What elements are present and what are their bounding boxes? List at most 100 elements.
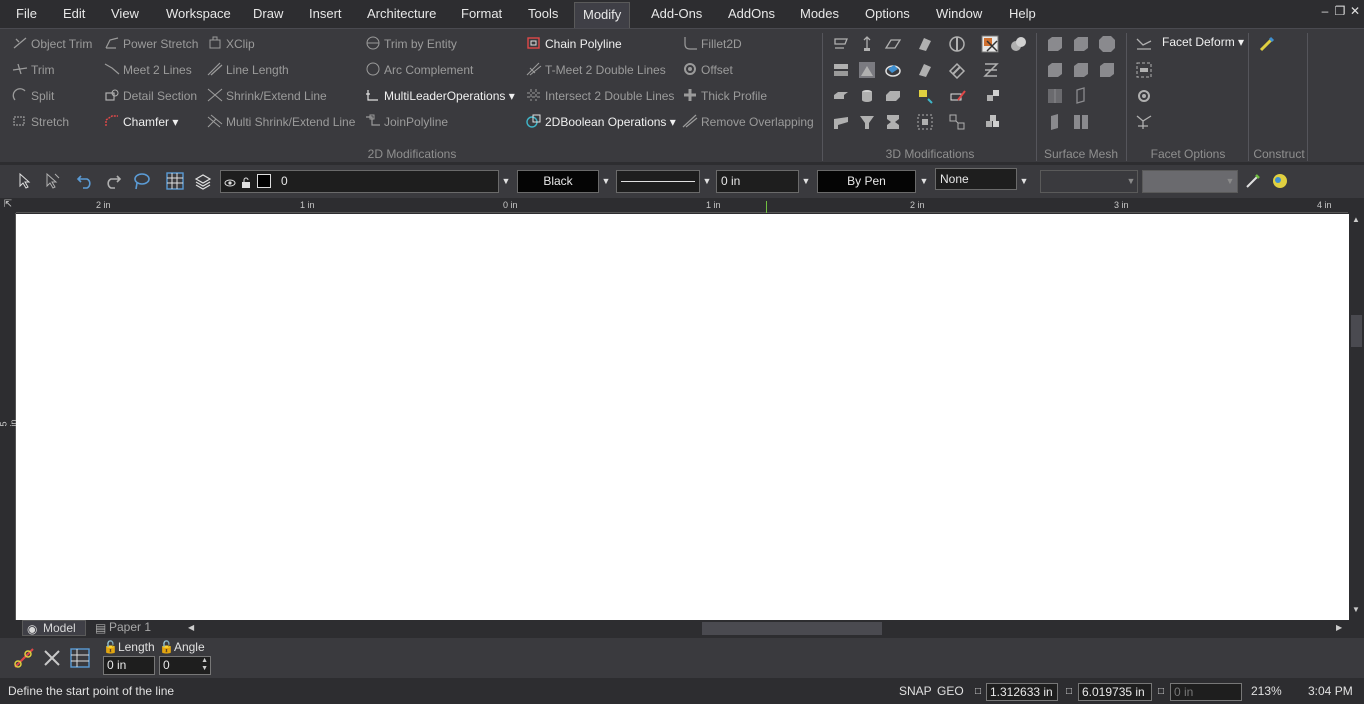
angle-label[interactable]: 🔓Angle (159, 640, 205, 654)
pen-edit-icon[interactable] (1244, 172, 1262, 190)
3d-eraser-icon[interactable] (948, 61, 966, 80)
vertical-scrollbar[interactable]: ▲ ▼ (1349, 213, 1364, 620)
3d-blocks-icon[interactable] (984, 113, 1002, 131)
3d-stack-icon[interactable] (832, 61, 850, 79)
x-coordinate-field[interactable]: 1.312633 in (986, 683, 1058, 701)
scroll-left-icon[interactable]: ◀ (188, 623, 194, 632)
join-polyline-button[interactable]: JoinPolyline (365, 111, 448, 133)
mesh-panel-icon[interactable] (1072, 87, 1090, 105)
trim-button[interactable]: Trim (12, 59, 55, 81)
ruler-corner[interactable]: ⇱ (0, 199, 16, 213)
menu-workspace[interactable]: Workspace (166, 0, 231, 28)
3d-face-icon[interactable] (858, 61, 876, 79)
menu-help[interactable]: Help (1009, 0, 1036, 28)
3d-explode-icon[interactable] (948, 113, 966, 131)
scroll-right-icon[interactable]: ▶ (1336, 623, 1342, 632)
geo-toggle[interactable]: GEO (937, 679, 964, 704)
menu-architecture[interactable]: Architecture (367, 0, 436, 28)
menu-options[interactable]: Options (865, 0, 910, 28)
intersect-double-lines-button[interactable]: Intersect 2 Double Lines (526, 85, 674, 107)
fill-field[interactable]: None (935, 168, 1017, 190)
menu-insert[interactable]: Insert (309, 0, 342, 28)
minimize-icon[interactable]: – (1318, 4, 1332, 18)
3d-move-up-icon[interactable] (858, 35, 876, 53)
3d-box-icon[interactable] (884, 87, 902, 105)
menu-modes[interactable]: Modes (800, 0, 839, 28)
grid-table-icon[interactable] (166, 172, 184, 190)
chain-polyline-button[interactable]: Chain Polyline (526, 33, 622, 55)
meet-2-lines-button[interactable]: Meet 2 Lines (104, 59, 192, 81)
chamfer-button[interactable]: Chamfer ▾ (104, 111, 178, 133)
close-icon[interactable]: ✕ (1348, 4, 1362, 18)
mesh-box-2-icon[interactable] (1072, 35, 1090, 53)
line-tool-icon[interactable] (12, 646, 36, 670)
3d-extrude-icon[interactable] (832, 35, 850, 53)
3d-frame-icon[interactable] (916, 113, 934, 131)
render-icon[interactable] (1271, 172, 1289, 190)
fill-dropdown-arrow[interactable]: ▼ (1017, 170, 1031, 193)
select-arrow-icon[interactable] (16, 172, 34, 190)
scroll-up-icon[interactable]: ▲ (1352, 215, 1360, 224)
thick-profile-button[interactable]: Thick Profile (682, 85, 767, 107)
menu-add-ons[interactable]: Add-Ons (651, 0, 702, 28)
power-stretch-button[interactable]: Power Stretch (104, 33, 198, 55)
y-lock-icon[interactable]: □ (1066, 679, 1072, 704)
y-coordinate-field[interactable]: 6.019735 in (1078, 683, 1152, 701)
3d-wedge-icon[interactable] (832, 113, 850, 131)
fillet2d-button[interactable]: Fillet2D (682, 33, 742, 55)
facet-shape-icon[interactable] (1135, 113, 1153, 131)
3d-rotate-icon[interactable] (884, 61, 902, 79)
menu-addons[interactable]: AddOns (728, 0, 775, 28)
mesh-split-icon[interactable] (1072, 113, 1090, 131)
3d-cut-icon[interactable] (916, 35, 934, 53)
offset-button[interactable]: Offset (682, 59, 733, 81)
3d-slab-icon[interactable] (832, 87, 850, 105)
mesh-box-4-icon[interactable] (1072, 61, 1090, 79)
z-lock-icon[interactable]: □ (1158, 679, 1164, 704)
length-input[interactable]: 0 in (103, 656, 155, 675)
shrink-extend-line-button[interactable]: Shrink/Extend Line (207, 85, 327, 107)
restore-icon[interactable]: ❐ (1333, 4, 1347, 18)
snap-toggle[interactable]: SNAP (899, 679, 932, 704)
table-icon[interactable] (70, 648, 90, 668)
line-length-button[interactable]: Line Length (207, 59, 289, 81)
thickness-field[interactable]: 0 in (716, 170, 799, 193)
x-lock-icon[interactable]: □ (975, 679, 981, 704)
3d-paint-icon[interactable] (916, 87, 934, 105)
menu-window[interactable]: Window (936, 0, 982, 28)
mesh-box-3-icon[interactable] (1046, 61, 1064, 79)
3d-cubes-icon[interactable] (984, 87, 1002, 105)
3d-union-icon[interactable] (1009, 35, 1027, 53)
lasso-icon[interactable] (132, 172, 150, 190)
layers-icon[interactable] (194, 172, 212, 190)
xclip-button[interactable]: XClip (207, 33, 255, 55)
z-coordinate-field[interactable]: 0 in (1170, 683, 1242, 701)
angle-stepper[interactable]: ▲ ▼ (201, 657, 208, 673)
layer-field[interactable]: 0 (220, 170, 499, 193)
layer-dropdown-arrow[interactable]: ▼ (499, 170, 513, 193)
3d-hourglass-icon[interactable] (884, 113, 902, 131)
3d-funnel-icon[interactable] (858, 113, 876, 131)
split-button[interactable]: Split (12, 85, 54, 107)
construct-pencil-icon[interactable] (1258, 35, 1276, 53)
select-node-icon[interactable] (43, 172, 61, 190)
mesh-slab-icon[interactable] (1046, 113, 1064, 131)
2d-boolean-operations-button[interactable]: 2DBoolean Operations ▾ (526, 111, 676, 133)
mesh-box-5-icon[interactable] (1098, 61, 1116, 79)
multileader-operations-button[interactable]: MultiLeaderOperations ▾ (365, 85, 515, 107)
redo-icon[interactable] (104, 172, 122, 190)
menu-file[interactable]: File (16, 0, 37, 28)
menu-draw[interactable]: Draw (253, 0, 283, 28)
3d-boolean-icon[interactable] (981, 35, 999, 53)
facet-deform-dropdown[interactable]: Facet Deform ▾ (1162, 31, 1244, 53)
facet-frame-icon[interactable] (1135, 61, 1153, 79)
menu-modify[interactable]: Modify (574, 2, 631, 28)
length-label[interactable]: 🔓Length (103, 640, 155, 654)
facet-gear-icon[interactable] (1135, 87, 1153, 105)
menu-view[interactable]: View (111, 0, 139, 28)
3d-cylinder-icon[interactable] (858, 87, 876, 105)
lock-icon[interactable] (240, 175, 252, 188)
multi-shrink-extend-button[interactable]: Multi Shrink/Extend Line (207, 111, 355, 133)
tab-paper-1[interactable]: ▤ Paper 1 (89, 620, 181, 636)
line-style-field[interactable] (616, 170, 700, 193)
